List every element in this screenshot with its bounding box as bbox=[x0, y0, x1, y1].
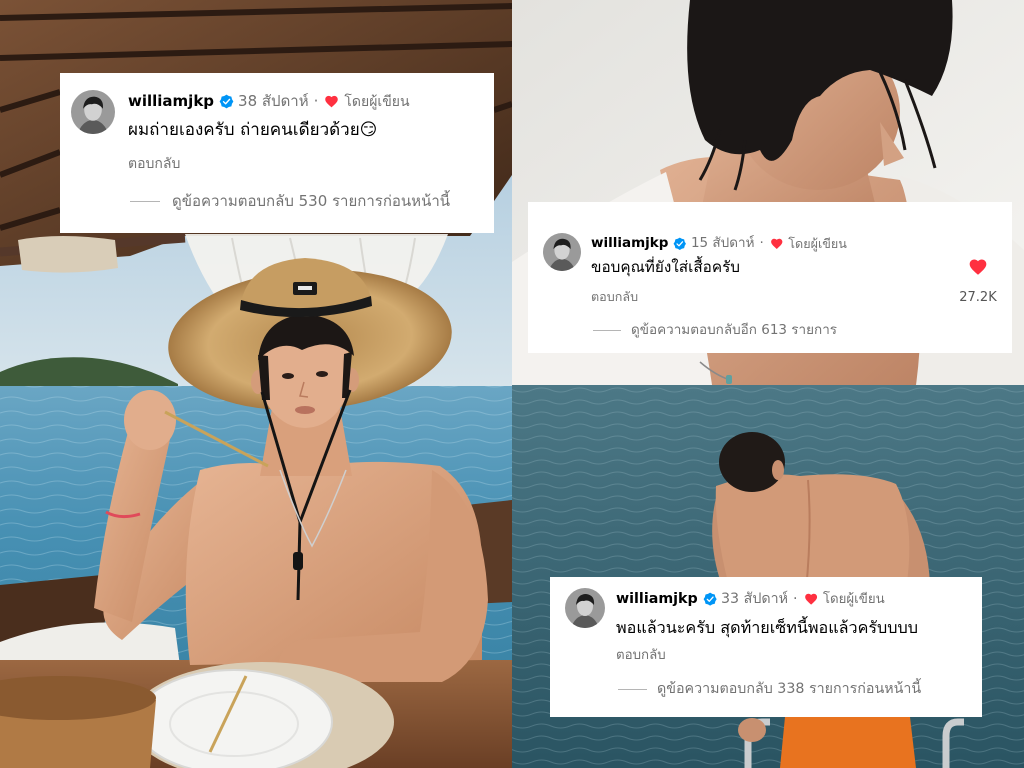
author-label: โดยผู้เขียน bbox=[822, 591, 885, 607]
eye bbox=[316, 371, 328, 377]
ear bbox=[772, 460, 784, 480]
author-label: โดยผู้เขียน bbox=[344, 93, 410, 110]
avatar-photo bbox=[565, 588, 605, 628]
comment-card: williamjkp 38 สัปดาห์ · โดยผู้เขียน ผมถ่… bbox=[60, 73, 494, 233]
comment-text: พอแล้วนะครับ สุดท้ายเซ็ทนี้พอแล้วครับบบบ bbox=[616, 618, 919, 637]
view-replies-label: ดูข้อความตอบกลับ 338 รายการก่อนหน้านี้ bbox=[657, 681, 922, 697]
replies-divider bbox=[618, 689, 647, 691]
comment-header: williamjkp 15 สัปดาห์ · โดยผู้เขียน bbox=[591, 235, 847, 252]
view-replies-link[interactable]: ดูข้อความตอบกลับอีก 613 รายการ bbox=[593, 322, 837, 338]
like-count: 27.2K bbox=[959, 290, 997, 305]
verified-badge-icon bbox=[673, 237, 687, 251]
heart-icon bbox=[804, 592, 818, 606]
avatar-photo bbox=[71, 90, 115, 134]
view-replies-label: ดูข้อความตอบกลับอีก 613 รายการ bbox=[631, 322, 838, 338]
view-replies-link[interactable]: ดูข้อความตอบกลับ 338 รายการก่อนหน้านี้ bbox=[618, 681, 921, 698]
hand bbox=[124, 390, 176, 450]
timestamp: 38 สัปดาห์ bbox=[238, 92, 309, 110]
comment-header: williamjkp 38 สัปดาห์ · โดยผู้เขียน bbox=[128, 92, 410, 110]
plate bbox=[135, 669, 333, 768]
view-replies-label: ดูข้อความตอบกลับ 530 รายการก่อนหน้านี้ bbox=[172, 192, 450, 210]
lips bbox=[295, 406, 315, 414]
username-link[interactable]: williamjkp bbox=[591, 235, 668, 252]
comment-header: williamjkp 33 สัปดาห์ · โดยผู้เขียน bbox=[616, 591, 885, 607]
comment-card: williamjkp 15 สัปดาห์ · โดยผู้เขียน ขอบค… bbox=[528, 202, 1012, 353]
avatar[interactable] bbox=[543, 233, 581, 271]
username-link[interactable]: williamjkp bbox=[616, 591, 698, 607]
reply-button[interactable]: ตอบกลับ bbox=[591, 289, 638, 304]
rolled-canvas bbox=[18, 236, 118, 273]
comment-text: ผมถ่ายเองครับ ถ่ายคนเดียวด้วย😏 bbox=[128, 120, 378, 140]
hat-logo-mark bbox=[298, 286, 312, 290]
avatar-photo bbox=[543, 233, 581, 271]
hand bbox=[738, 718, 766, 742]
reply-button[interactable]: ตอบกลับ bbox=[128, 156, 180, 173]
pendant bbox=[726, 375, 732, 384]
separator-dot: · bbox=[793, 591, 798, 607]
comment-text: ขอบคุณที่ยังใส่เสื้อครับ bbox=[591, 258, 741, 276]
view-replies-link[interactable]: ดูข้อความตอบกลับ 530 รายการก่อนหน้านี้ bbox=[130, 192, 450, 210]
orange-shorts bbox=[780, 717, 916, 768]
replies-divider bbox=[130, 200, 160, 202]
verified-badge-icon bbox=[219, 94, 234, 109]
avatar[interactable] bbox=[71, 90, 115, 134]
heart-icon bbox=[324, 94, 339, 109]
author-label: โดยผู้เขียน bbox=[788, 235, 847, 251]
verified-badge-icon bbox=[703, 592, 717, 606]
eye bbox=[282, 373, 294, 379]
avatar[interactable] bbox=[565, 588, 605, 628]
reply-button[interactable]: ตอบกลับ bbox=[616, 648, 666, 664]
collage: williamjkp 38 สัปดาห์ · โดยผู้เขียน ผมถ่… bbox=[0, 0, 1024, 768]
separator-dot: · bbox=[759, 235, 764, 251]
comment-card: williamjkp 33 สัปดาห์ · โดยผู้เขียน พอแล… bbox=[550, 577, 982, 717]
like-heart-icon[interactable] bbox=[968, 257, 988, 277]
username-link[interactable]: williamjkp bbox=[128, 92, 214, 110]
back bbox=[715, 474, 910, 590]
strap-toggle bbox=[293, 552, 303, 570]
separator-dot: · bbox=[313, 92, 319, 110]
replies-divider bbox=[593, 329, 621, 331]
timestamp: 33 สัปดาห์ bbox=[720, 591, 789, 607]
timestamp: 15 สัปดาห์ bbox=[690, 235, 755, 251]
heart-icon bbox=[770, 237, 784, 251]
